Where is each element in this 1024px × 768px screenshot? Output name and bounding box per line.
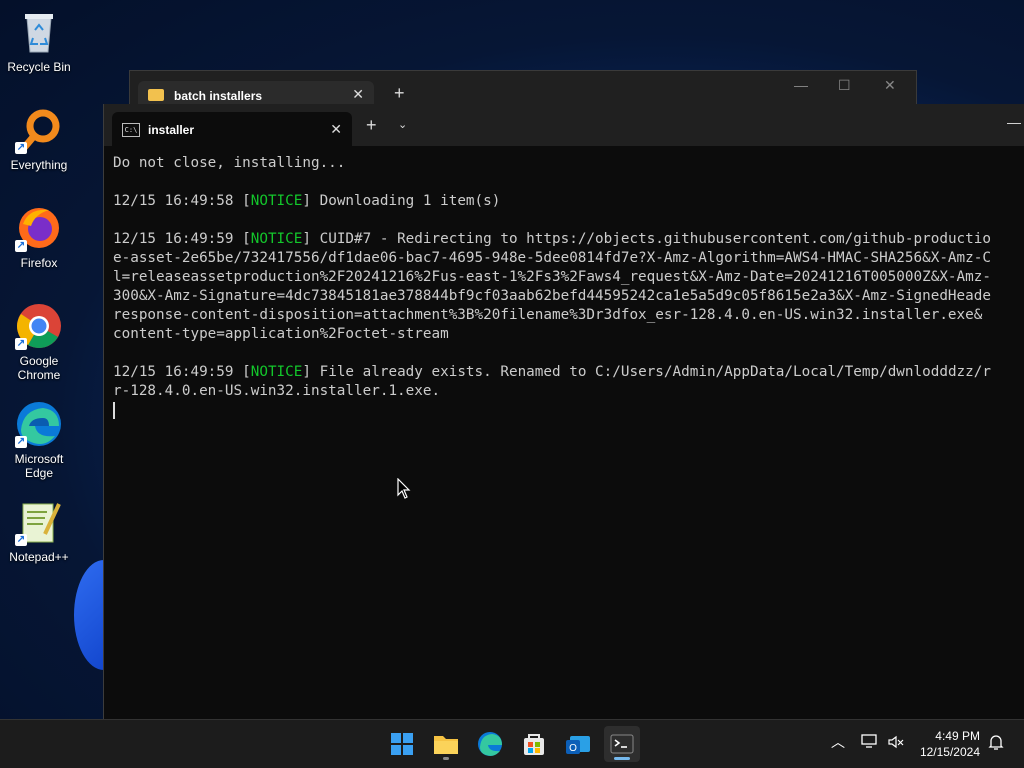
minimize-button[interactable]: — [1007,114,1021,130]
clock-date: 12/15/2024 [919,745,980,759]
taskbar-clock[interactable]: 4:49 PM 12/15/2024 [920,728,980,760]
notice-tag: NOTICE [250,364,303,380]
terminal-text: ] CUID#7 - Redirecting to https://object… [302,231,991,247]
start-icon [391,733,413,755]
taskbar-store[interactable] [516,726,552,762]
notepad-plus-plus-icon: ↗ [15,498,63,546]
taskbar-file-explorer[interactable] [428,726,464,762]
terminal-prompt-line [113,401,1024,420]
shortcut-arrow-icon: ↗ [15,338,27,350]
terminal-line: response-content-disposition=attachment%… [113,306,1024,325]
network-icon[interactable] [860,732,878,755]
firefox-icon: ↗ [15,204,63,252]
terminal-tab-title: installer [148,123,195,137]
volume-muted-icon[interactable] [887,733,905,756]
terminal-line: r-128.4.0.en-US.win32.installer.1.exe. [113,382,1024,401]
new-tab-button[interactable]: + [366,115,377,136]
running-indicator [443,757,449,760]
desktop-icon-everything[interactable]: ↗ Everything [2,106,76,172]
terminal-line: 12/15 16:49:58 [NOTICE] Downloading 1 it… [113,192,1024,211]
outlook-icon: O [566,736,590,754]
svg-text:O: O [569,743,577,754]
minimize-button[interactable]: — [794,77,808,93]
close-window-button[interactable]: ✕ [884,77,896,94]
folder-icon [148,89,164,101]
everything-search-icon: ↗ [15,106,63,154]
terminal-text: ] File already exists. Renamed to C:/Use… [302,364,991,380]
close-tab-icon[interactable]: ✕ [352,86,364,103]
taskbar-outlook[interactable]: O [560,726,596,762]
terminal-output[interactable]: Do not close, installing... 12/15 16:49:5… [113,154,1024,720]
notification-bell-icon[interactable] [988,733,1004,756]
shortcut-arrow-icon: ↗ [15,142,27,154]
shortcut-arrow-icon: ↗ [15,534,27,546]
terminal-line: content-type=application%2Foctet-stream [113,325,1024,344]
terminal-text: content-type=application%2Foctet-stream [113,326,449,342]
terminal-window[interactable]: C:\ installer ✕ + ⌄ — Do not close, inst… [103,104,1024,720]
running-indicator [614,757,630,760]
terminal-text: response-content-disposition=attachment%… [113,307,983,323]
chrome-icon: ↗ [15,302,63,350]
cmd-icon: C:\ [122,123,140,137]
terminal-tab[interactable]: C:\ installer ✕ [112,112,352,146]
notice-tag: NOTICE [250,231,303,247]
terminal-text: l=releaseassetproduction%2F20241216%2Fus… [113,269,991,285]
taskbar: O ︿ 4:49 PM 12/15/2024 [0,719,1024,768]
store-icon [524,734,544,755]
desktop-icon-microsoft-edge[interactable]: ↗ Microsoft Edge [2,400,76,480]
terminal-line: 12/15 16:49:59 [NOTICE] CUID#7 - Redirec… [113,230,1024,249]
shortcut-arrow-icon: ↗ [15,436,27,448]
desktop-icon-recycle-bin[interactable]: Recycle Bin [2,8,76,74]
terminal-text: e-asset-2e65be/732417556/df1dae06-bac7-4… [113,250,991,266]
maximize-button[interactable]: ☐ [838,77,851,94]
terminal-text: ] Downloading 1 item(s) [302,193,501,209]
terminal-line: l=releaseassetproduction%2F20241216%2Fus… [113,268,1024,287]
shortcut-arrow-icon: ↗ [15,240,27,252]
edge-icon: ↗ [15,400,63,448]
terminal-titlebar[interactable]: C:\ installer ✕ + ⌄ — [104,104,1024,146]
terminal-text: Do not close, installing... [113,155,346,171]
desktop-icon-label: Firefox [20,256,58,270]
terminal-line: e-asset-2e65be/732417556/df1dae06-bac7-4… [113,249,1024,268]
start-button[interactable] [384,726,420,762]
desktop-icon-label: Google Chrome [17,354,61,382]
terminal-line: 12/15 16:49:59 [NOTICE] File already exi… [113,363,1024,382]
terminal-text: 12/15 16:49:58 [ [113,193,251,209]
edge-icon [478,732,502,756]
terminal-text: 300&X-Amz-Signature=4dc73845181ae378844b… [113,288,991,304]
terminal-text: 12/15 16:49:59 [ [113,231,251,247]
terminal-line: Do not close, installing... [113,154,1024,173]
explorer-tab-title: batch installers [174,89,263,103]
mouse-pointer-icon [397,477,411,505]
notice-tag: NOTICE [250,193,303,209]
clock-time: 4:49 PM [935,729,980,743]
show-hidden-icons-chevron-up-icon[interactable]: ︿ [831,732,845,752]
desktop-icon-firefox[interactable]: ↗ Firefox [2,204,76,270]
new-tab-button[interactable]: + [394,83,405,104]
desktop-icon-notepad-plus-plus[interactable]: ↗ Notepad++ [2,498,76,564]
taskbar-edge[interactable] [472,726,508,762]
terminal-text: 12/15 16:49:59 [ [113,364,251,380]
terminal-line: 300&X-Amz-Signature=4dc73845181ae378844b… [113,287,1024,306]
desktop-icon-google-chrome[interactable]: ↗ Google Chrome [2,302,76,382]
close-tab-icon[interactable]: ✕ [330,121,342,138]
desktop-icon-label: Notepad++ [9,550,69,564]
chevron-down-icon[interactable]: ⌄ [398,118,407,131]
taskbar-terminal[interactable] [604,726,640,762]
desktop-icon-label: Recycle Bin [7,60,71,74]
text-cursor [113,401,115,419]
recycle-bin-icon [15,8,63,56]
desktop-icon-label: Microsoft Edge [14,452,64,480]
terminal-text: r-128.4.0.en-US.win32.installer.1.exe. [113,383,441,399]
desktop-icon-label: Everything [10,158,68,172]
